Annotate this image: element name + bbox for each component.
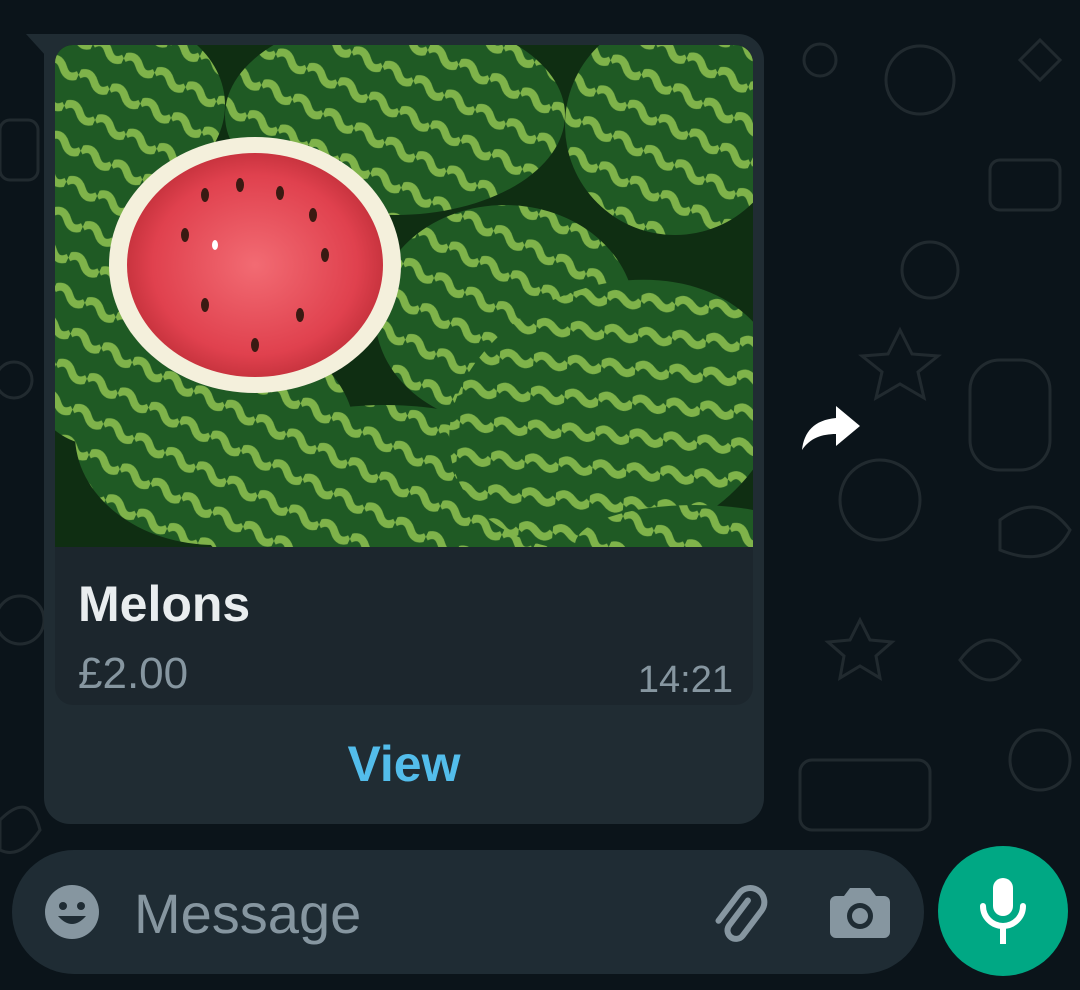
- voice-message-button[interactable]: [938, 846, 1068, 976]
- message-timestamp: 14:21: [637, 659, 733, 701]
- forward-icon[interactable]: [800, 402, 862, 454]
- product-title: Melons: [78, 576, 251, 632]
- microphone-icon: [980, 878, 1026, 944]
- product-price: £2.00: [78, 649, 189, 698]
- camera-icon[interactable]: [830, 886, 890, 938]
- message-input[interactable]: [132, 872, 696, 954]
- bubble-tail: [26, 34, 46, 56]
- paperclip-icon[interactable]: [706, 884, 770, 948]
- watermelon-photo[interactable]: [55, 45, 753, 547]
- smiley-icon[interactable]: [44, 884, 100, 940]
- product-message-bubble[interactable]: Melons £2.00 14:21 View: [44, 34, 764, 824]
- message-input-bar: [12, 850, 924, 974]
- product-card[interactable]: Melons £2.00 14:21: [55, 45, 753, 705]
- view-button[interactable]: View: [44, 714, 764, 814]
